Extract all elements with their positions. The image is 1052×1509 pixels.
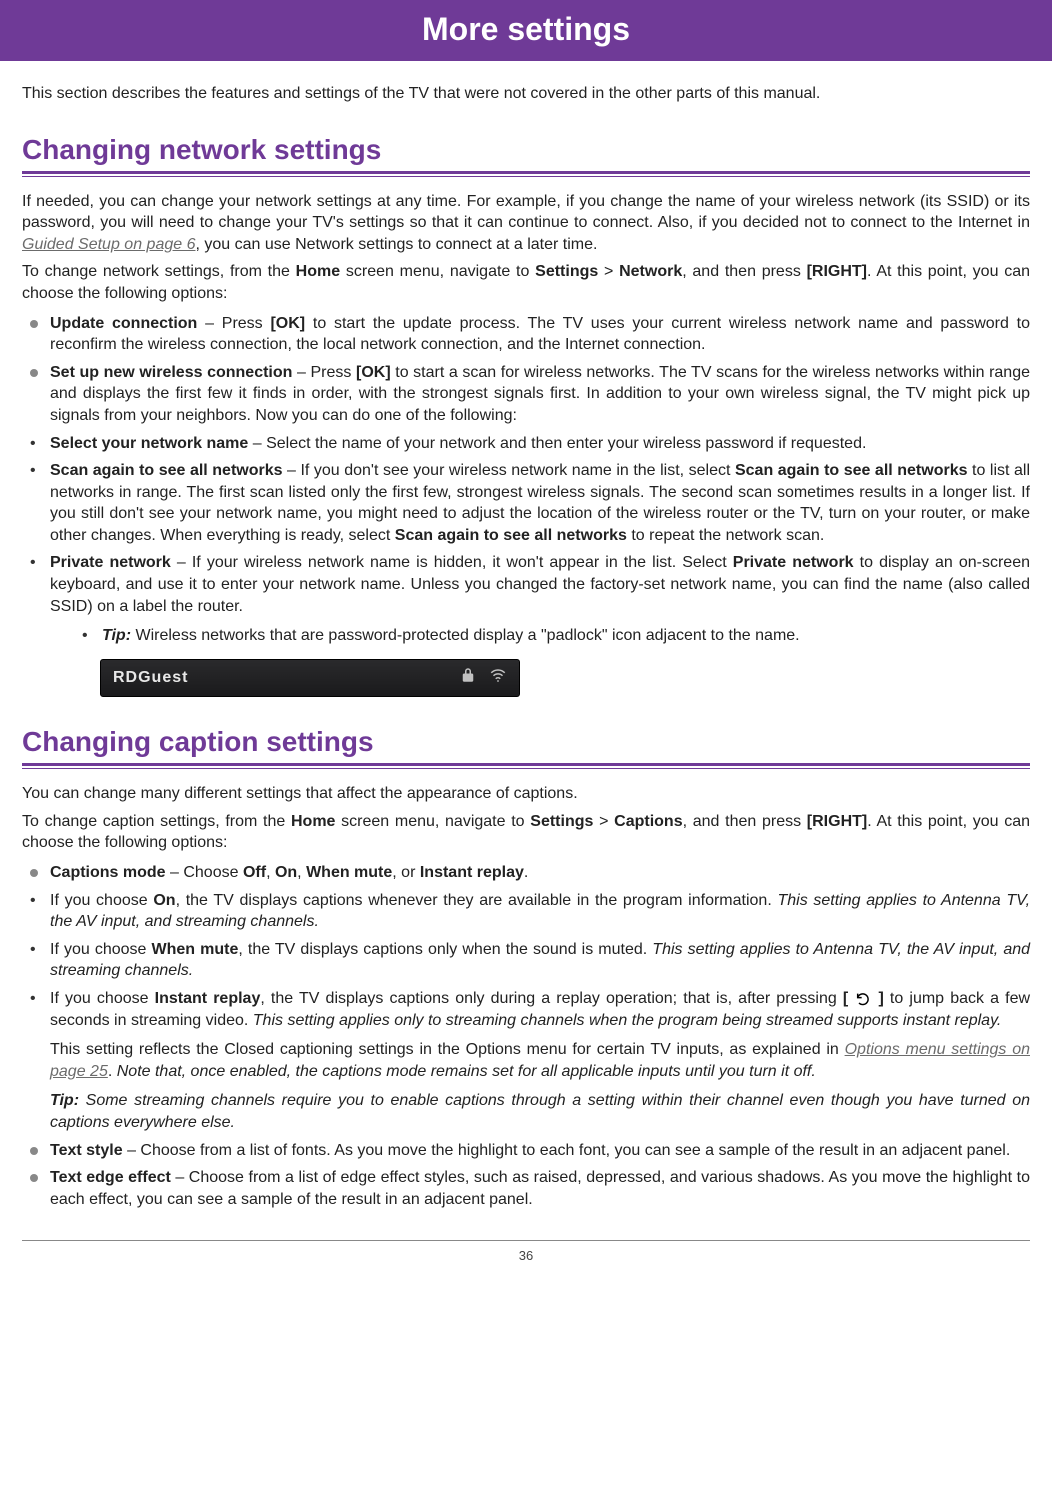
caption-option-list: Captions mode – Choose Off, On, When mut… <box>22 862 1030 1210</box>
wifi-icon <box>489 666 507 691</box>
network-p2: To change network settings, from the Hom… <box>22 261 1030 304</box>
network-option-list: Update connection – Press [OK] to start … <box>22 313 1030 698</box>
caption-tip: Tip: Some streaming channels require you… <box>50 1090 1030 1133</box>
option-setup-wireless: Set up new wireless connection – Press [… <box>22 362 1030 427</box>
section-heading-network: Changing network settings <box>22 131 1030 174</box>
page-number: 36 <box>0 1247 1052 1265</box>
option-private-network: Private network – If your wireless netwo… <box>22 552 1030 697</box>
option-select-network-name: Select your network name – Select the na… <box>22 433 1030 455</box>
page-content: This section describes the features and … <box>0 83 1052 1210</box>
section-heading-caption: Changing caption settings <box>22 723 1030 766</box>
text: , you can use Network settings to connec… <box>195 236 597 253</box>
instant-replay-icon <box>854 988 872 1010</box>
option-captions-on: If you choose On, the TV displays captio… <box>22 890 1030 933</box>
option-update-connection: Update connection – Press [OK] to start … <box>22 313 1030 356</box>
intro-text: This section describes the features and … <box>22 83 1030 105</box>
link-guided-setup[interactable]: Guided Setup on page 6 <box>22 236 195 253</box>
option-captions-mode: Captions mode – Choose Off, On, When mut… <box>22 862 1030 884</box>
option-text-style: Text style – Choose from a list of fonts… <box>22 1140 1030 1162</box>
caption-p1: You can change many different settings t… <box>22 783 1030 805</box>
wifi-network-name: RDGuest <box>113 667 447 689</box>
text: If needed, you can change your network s… <box>22 193 1030 232</box>
page-title-bar: More settings <box>0 0 1052 61</box>
network-p1: If needed, you can change your network s… <box>22 191 1030 256</box>
option-captions-instant-replay: If you choose Instant replay, the TV dis… <box>22 988 1030 1134</box>
option-scan-again: Scan again to see all networks – If you … <box>22 460 1030 546</box>
caption-p2: To change caption settings, from the Hom… <box>22 811 1030 854</box>
lock-icon <box>459 666 477 691</box>
option-captions-whenmute: If you choose When mute, the TV displays… <box>22 939 1030 982</box>
wifi-example-row: RDGuest <box>100 659 520 698</box>
private-network-tip: Tip: Wireless networks that are password… <box>74 625 1030 647</box>
option-text-edge-effect: Text edge effect – Choose from a list of… <box>22 1167 1030 1210</box>
instant-replay-reflect: This setting reflects the Closed caption… <box>50 1039 1030 1082</box>
